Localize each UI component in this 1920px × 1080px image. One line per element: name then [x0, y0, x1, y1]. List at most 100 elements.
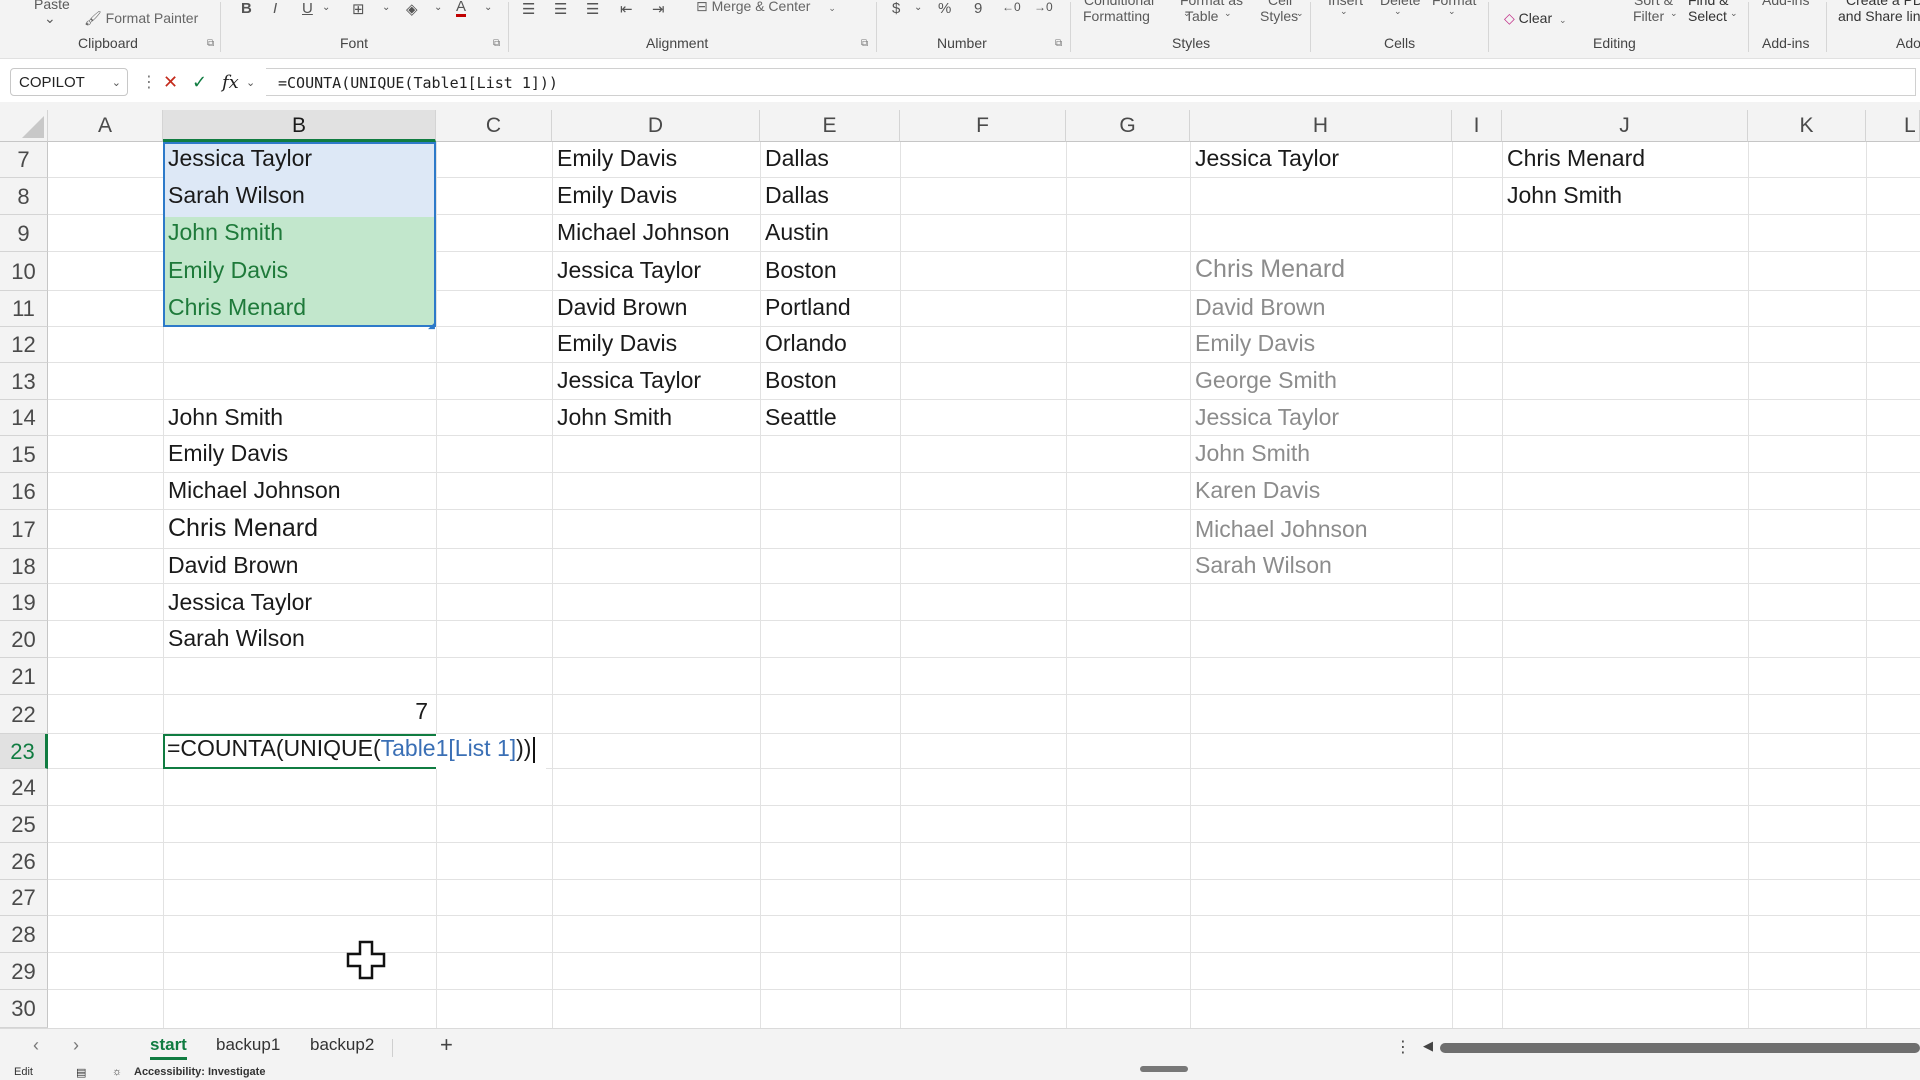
cell-h13[interactable]: George Smith: [1190, 367, 1337, 394]
row-header-19[interactable]: 19: [0, 584, 48, 621]
prev-sheet-icon[interactable]: ‹: [33, 1035, 39, 1056]
alignment-launcher-icon[interactable]: ⧉: [861, 38, 868, 49]
cell-j8[interactable]: John Smith: [1502, 182, 1622, 209]
insert-chevron-icon[interactable]: ⌄: [1340, 6, 1348, 17]
cancel-icon[interactable]: ✕: [163, 72, 178, 93]
cell-e9[interactable]: Austin: [760, 219, 829, 246]
cell-d12[interactable]: Emily Davis: [552, 330, 677, 357]
row-header-11[interactable]: 11: [0, 291, 48, 327]
cell-h18[interactable]: Sarah Wilson: [1190, 552, 1332, 579]
cell-styles-chevron-icon[interactable]: ⌄: [1296, 8, 1304, 19]
row-header-23[interactable]: 23: [0, 734, 48, 769]
cell-d11[interactable]: David Brown: [552, 294, 687, 321]
cell-b7[interactable]: Jessica Taylor: [163, 145, 312, 172]
decrease-indent-icon[interactable]: ⇤: [620, 0, 633, 18]
cell-h10[interactable]: Chris Menard: [1190, 255, 1345, 284]
number-launcher-icon[interactable]: ⧉: [1055, 38, 1062, 49]
font-launcher-icon[interactable]: ⧉: [493, 38, 500, 49]
cell-j7[interactable]: Chris Menard: [1502, 145, 1645, 172]
cell-e13[interactable]: Boston: [760, 367, 837, 394]
increase-indent-icon[interactable]: ⇥: [652, 0, 665, 18]
row-header-8[interactable]: 8: [0, 178, 48, 215]
resize-handle[interactable]: [1140, 1066, 1188, 1072]
cell-d10[interactable]: Jessica Taylor: [552, 257, 701, 284]
row-header-13[interactable]: 13: [0, 363, 48, 400]
cell-styles-label[interactable]: Cell: [1268, 0, 1292, 8]
column-header-l[interactable]: L: [1866, 110, 1920, 142]
add-ins-button[interactable]: Add-ins: [1762, 0, 1809, 8]
cell-b11[interactable]: Chris Menard: [163, 294, 306, 321]
column-header-k[interactable]: K: [1748, 110, 1866, 142]
row-header-12[interactable]: 12: [0, 327, 48, 363]
format-painter-button[interactable]: 🖌 Format Painter: [84, 10, 198, 27]
cell-e11[interactable]: Portland: [760, 294, 851, 321]
row-header-16[interactable]: 16: [0, 473, 48, 510]
format-as-table-label-2[interactable]: Table: [1185, 8, 1218, 24]
workbook-stats-icon[interactable]: ▤: [76, 1066, 86, 1079]
borders-chevron-icon[interactable]: ⌄: [382, 2, 390, 13]
paste-chevron-icon[interactable]: ⌄: [44, 10, 56, 27]
column-header-i[interactable]: I: [1452, 110, 1502, 142]
align-left-icon[interactable]: ☰: [522, 0, 535, 18]
cell-d9[interactable]: Michael Johnson: [552, 219, 730, 246]
row-header-26[interactable]: 26: [0, 843, 48, 880]
row-header-30[interactable]: 30: [0, 990, 48, 1028]
row-header-21[interactable]: 21: [0, 658, 48, 695]
formula-input[interactable]: =COUNTA(UNIQUE(Table1[List 1])): [266, 68, 1916, 96]
more-options-icon[interactable]: ⋮: [141, 72, 157, 92]
clipboard-launcher-icon[interactable]: ⧉: [207, 38, 214, 49]
row-header-29[interactable]: 29: [0, 953, 48, 990]
add-sheet-button[interactable]: +: [440, 1032, 453, 1058]
row-header-24[interactable]: 24: [0, 769, 48, 806]
align-center-icon[interactable]: ☰: [554, 0, 567, 18]
cell-h11[interactable]: David Brown: [1190, 294, 1325, 321]
cell-e14[interactable]: Seattle: [760, 404, 837, 431]
cell-b9[interactable]: John Smith: [163, 219, 283, 246]
cell-h16[interactable]: Karen Davis: [1190, 477, 1320, 504]
tab-options-icon[interactable]: ⋮: [1395, 1037, 1411, 1057]
column-header-d[interactable]: D: [552, 110, 760, 142]
cell-e8[interactable]: Dallas: [760, 182, 829, 209]
find-chevron-icon[interactable]: ⌄: [1730, 8, 1738, 19]
column-header-a[interactable]: A: [48, 110, 163, 142]
find-select-label[interactable]: Find &: [1688, 0, 1728, 8]
cell-d7[interactable]: Emily Davis: [552, 145, 677, 172]
percent-button[interactable]: %: [938, 0, 951, 17]
cell-b14[interactable]: John Smith: [163, 404, 283, 431]
italic-button[interactable]: I: [273, 0, 277, 17]
borders-icon[interactable]: ⊞: [352, 0, 365, 18]
sort-filter-label[interactable]: Sort &: [1634, 0, 1673, 8]
row-header-17[interactable]: 17: [0, 510, 48, 549]
cell-b20[interactable]: Sarah Wilson: [163, 625, 305, 652]
cell-d13[interactable]: Jessica Taylor: [552, 367, 701, 394]
row-header-25[interactable]: 25: [0, 806, 48, 843]
row-header-10[interactable]: 10: [0, 252, 48, 291]
cell-b17[interactable]: Chris Menard: [163, 514, 318, 543]
horizontal-scrollbar[interactable]: [1440, 1043, 1920, 1053]
row-header-27[interactable]: 27: [0, 880, 48, 916]
cell-h17[interactable]: Michael Johnson: [1190, 516, 1368, 543]
currency-button[interactable]: $: [892, 0, 900, 17]
next-sheet-icon[interactable]: ›: [73, 1035, 79, 1056]
scroll-left-icon[interactable]: ◀: [1423, 1038, 1433, 1054]
column-header-g[interactable]: G: [1066, 110, 1190, 142]
fill-chevron-icon[interactable]: ⌄: [434, 2, 442, 13]
cell-d8[interactable]: Emily Davis: [552, 182, 677, 209]
cell-styles-label-2[interactable]: Styles: [1260, 8, 1298, 24]
accessibility-icon[interactable]: ☼: [112, 1066, 122, 1078]
underline-chevron-icon[interactable]: ⌄: [322, 2, 330, 13]
worksheet-grid[interactable]: A B C D E F G H I J K L 7 8 9 10 11 12 1…: [0, 110, 1920, 1028]
cell-b15[interactable]: Emily Davis: [163, 440, 288, 467]
insert-function-icon[interactable]: fx: [222, 72, 239, 93]
cell-h12[interactable]: Emily Davis: [1190, 330, 1315, 357]
clear-button[interactable]: ◇ Clear ⌄: [1504, 10, 1567, 27]
cell-b18[interactable]: David Brown: [163, 552, 298, 579]
cell-b16[interactable]: Michael Johnson: [163, 477, 341, 504]
fill-color-icon[interactable]: ◈: [406, 0, 418, 18]
sort-chevron-icon[interactable]: ⌄: [1670, 8, 1678, 19]
format-table-chevron-icon[interactable]: ⌄: [1224, 8, 1232, 19]
name-box[interactable]: COPILOT ⌄: [10, 68, 128, 96]
share-link-label[interactable]: and Share link: [1838, 8, 1920, 24]
accessibility-status[interactable]: Accessibility: Investigate: [134, 1066, 265, 1078]
column-header-b[interactable]: B: [163, 110, 436, 142]
